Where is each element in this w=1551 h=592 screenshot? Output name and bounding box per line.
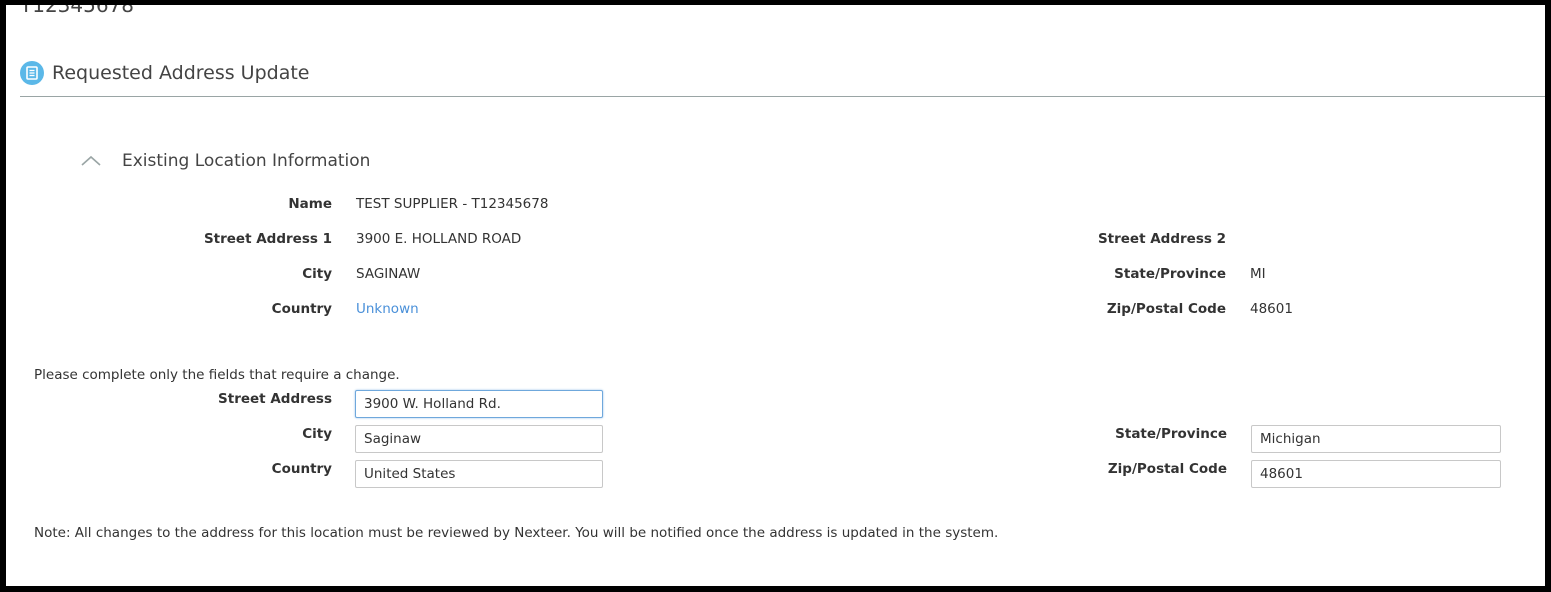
street-address-input[interactable] bbox=[355, 390, 603, 418]
page-frame: T12345678 Requested Address Update Exist… bbox=[6, 5, 1545, 586]
state-value: MI bbox=[1250, 266, 1266, 282]
name-label: Name bbox=[288, 196, 332, 212]
country-label: Country bbox=[271, 301, 332, 317]
city-input[interactable] bbox=[355, 425, 603, 453]
country-input-label: Country bbox=[271, 461, 332, 477]
section-title: Requested Address Update bbox=[52, 62, 310, 84]
state-input-label: State/Province bbox=[1115, 426, 1227, 442]
zip-label: Zip/Postal Code bbox=[1106, 301, 1226, 317]
state-label: State/Province bbox=[1114, 266, 1226, 282]
city-value: SAGINAW bbox=[356, 266, 421, 282]
document-icon bbox=[20, 61, 44, 85]
form-instructions: Please complete only the fields that req… bbox=[34, 367, 400, 383]
supplier-id-heading: T12345678 bbox=[20, 5, 135, 17]
review-note: Note: All changes to the address for thi… bbox=[34, 525, 999, 541]
section-header: Requested Address Update bbox=[20, 61, 309, 85]
section-divider bbox=[20, 96, 1545, 97]
zip-value: 48601 bbox=[1250, 301, 1293, 317]
street-address-input-label: Street Address bbox=[218, 391, 332, 407]
street-address-1-label: Street Address 1 bbox=[203, 231, 332, 247]
zip-input[interactable] bbox=[1251, 460, 1501, 488]
existing-location-title: Existing Location Information bbox=[122, 151, 371, 171]
zip-input-label: Zip/Postal Code bbox=[1107, 461, 1227, 477]
country-value-link[interactable]: Unknown bbox=[356, 301, 419, 317]
existing-location-toggle[interactable]: Existing Location Information bbox=[80, 151, 370, 171]
city-input-label: City bbox=[302, 426, 332, 442]
street-address-2-label: Street Address 2 bbox=[1097, 231, 1226, 247]
country-input[interactable] bbox=[355, 460, 603, 488]
city-label: City bbox=[302, 266, 332, 282]
state-input[interactable] bbox=[1251, 425, 1501, 453]
name-value: TEST SUPPLIER - T12345678 bbox=[356, 196, 549, 212]
street-address-1-value: 3900 E. HOLLAND ROAD bbox=[356, 231, 522, 247]
chevron-up-icon[interactable] bbox=[80, 152, 102, 170]
